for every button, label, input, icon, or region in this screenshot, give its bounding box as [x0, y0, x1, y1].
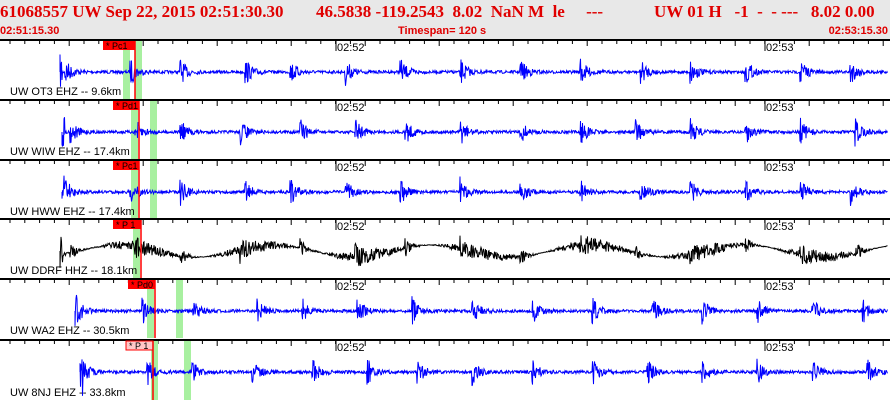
pick-label: * Pd1: [116, 101, 138, 111]
seismogram-trace: [61, 117, 888, 147]
time-tick-label: 02:53: [766, 342, 794, 354]
trace-panel[interactable]: 02:52 02:53 * Pc1 UW OT3 EHZ -- 9.6km: [0, 39, 890, 99]
channel-label: UW HWW EHZ -- 17.4km: [10, 206, 135, 218]
trace-panel[interactable]: 02:52 02:53 * P 1 UW DDRF HHZ -- 18.1km: [0, 218, 890, 278]
event-source: UW 01 H -1 - - --- 8.02 0.00: [654, 2, 875, 21]
time-tick-label: 02:53: [766, 42, 794, 54]
pick-label: * P 1: [116, 220, 135, 230]
seismogram-trace: [59, 54, 888, 87]
time-tick-label: 02:53: [766, 281, 794, 293]
pick-window: [135, 41, 142, 99]
pick-label: * P 1: [129, 341, 148, 351]
time-tick-label: 02:52: [337, 102, 365, 114]
start-time: 02:51:15.30: [0, 25, 60, 37]
waveform-panels[interactable]: 02:52 02:53* Pc1UW OT3 EHZ -- 9.6km02:52 0…: [0, 39, 890, 400]
pick-label: * Pd0: [131, 280, 153, 290]
end-time: 02:53:15.30: [828, 25, 888, 37]
event-header: 61068557 UW Sep 22, 2015 02:51:30.30 46.…: [0, 0, 890, 39]
time-tick-label: 02:52: [337, 281, 365, 293]
pick-window: [184, 341, 191, 400]
event-location: 46.5838 -119.2543 8.02 NaN M le ---: [316, 2, 604, 21]
trace-panel[interactable]: 02:52 02:53 * Pc1 UW HWW EHZ -- 17.4km: [0, 159, 890, 219]
time-tick-label: 02:53: [766, 162, 794, 174]
seismogram-trace: [59, 235, 888, 268]
trace-panel[interactable]: 02:52 02:53 * Pd0 UW WA2 EHZ -- 30.5km: [0, 278, 890, 338]
seismogram-trace: [74, 294, 888, 326]
channel-label: UW WA2 EHZ -- 30.5km: [10, 325, 129, 337]
time-tick-label: 02:53: [766, 102, 794, 114]
seismogram-trace: [61, 175, 888, 206]
time-tick-label: 02:52: [337, 342, 365, 354]
trace-panel[interactable]: 02:52 02:53 * Pd1 UW WIW EHZ -- 17.4km: [0, 99, 890, 159]
channel-label: UW DDRF HHZ -- 18.1km: [10, 265, 137, 277]
trace-panel[interactable]: 02:52 02:53 * P 1 UW 8NJ EHZ -- 33.8km: [0, 339, 890, 400]
time-tick-label: 02:52: [337, 162, 365, 174]
seismogram-trace: [79, 358, 888, 396]
pick-label: * Pc1: [116, 161, 138, 171]
time-tick-label: 02:52: [337, 42, 365, 54]
channel-label: UW OT3 EHZ -- 9.6km: [10, 86, 121, 98]
pick-label: * Pc1: [106, 41, 128, 51]
event-info: 61068557 UW Sep 22, 2015 02:51:30.30: [0, 2, 284, 21]
timespan: Timespan= 120 s: [398, 25, 487, 37]
time-tick-label: 02:53: [766, 221, 794, 233]
time-tick-label: 02:52: [337, 221, 365, 233]
pick-window: [150, 161, 157, 219]
channel-label: UW 8NJ EHZ -- 33.8km: [10, 387, 126, 399]
channel-label: UW WIW EHZ -- 17.4km: [10, 146, 130, 158]
pick-window: [150, 101, 157, 159]
